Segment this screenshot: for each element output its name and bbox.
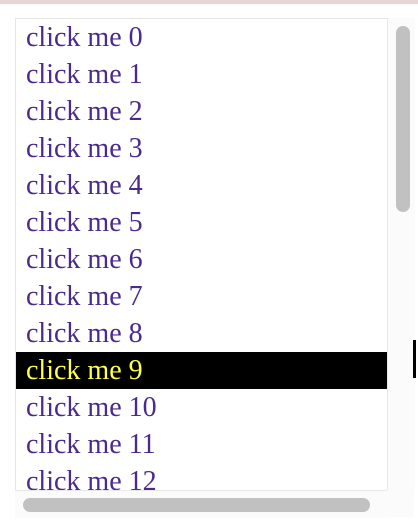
list-item-9-selected[interactable]: click me 9 bbox=[16, 352, 388, 389]
scrollbar-corner bbox=[387, 490, 414, 517]
list-item-10[interactable]: click me 10 bbox=[16, 389, 388, 426]
list-item-5[interactable]: click me 5 bbox=[16, 204, 388, 241]
list-item-1[interactable]: click me 1 bbox=[16, 56, 388, 93]
list-item-4[interactable]: click me 4 bbox=[16, 167, 388, 204]
horizontal-scroll-thumb[interactable] bbox=[23, 498, 370, 512]
list-item-8[interactable]: click me 8 bbox=[16, 315, 388, 352]
listbox[interactable]: click me 0 click me 1 click me 2 click m… bbox=[15, 18, 388, 491]
list-item-6[interactable]: click me 6 bbox=[16, 241, 388, 278]
list-item-11[interactable]: click me 11 bbox=[16, 426, 388, 463]
list-item-7[interactable]: click me 7 bbox=[16, 278, 388, 315]
top-border bbox=[0, 0, 418, 4]
horizontal-scrollbar[interactable] bbox=[15, 490, 387, 518]
list-item-2[interactable]: click me 2 bbox=[16, 93, 388, 130]
vertical-scrollbar[interactable] bbox=[387, 18, 415, 490]
text-cursor-icon bbox=[413, 340, 416, 378]
list-item-12[interactable]: click me 12 bbox=[16, 463, 388, 491]
list-item-0[interactable]: click me 0 bbox=[16, 19, 388, 56]
vertical-scroll-thumb[interactable] bbox=[396, 26, 410, 212]
list-item-3[interactable]: click me 3 bbox=[16, 130, 388, 167]
